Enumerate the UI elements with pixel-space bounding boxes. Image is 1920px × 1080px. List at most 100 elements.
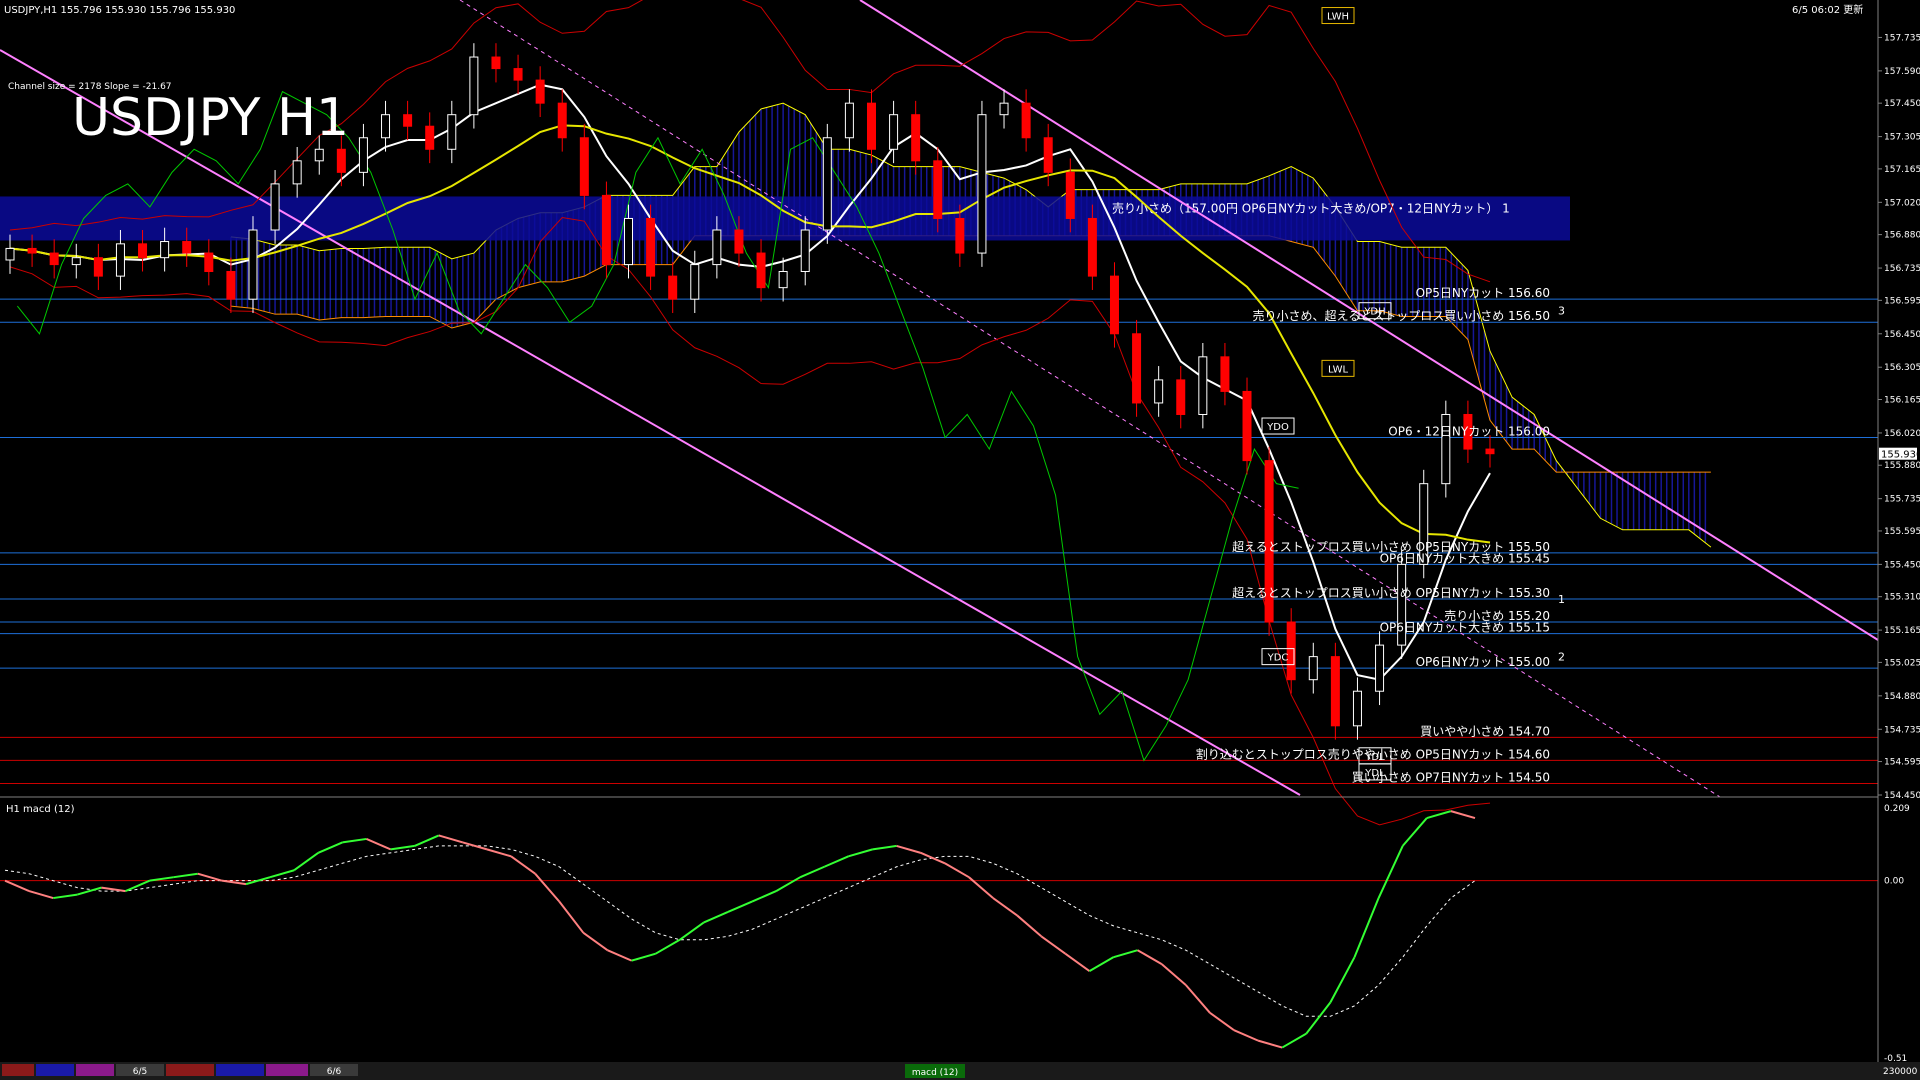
candle-body	[1132, 333, 1142, 404]
marker-label: YDO	[1266, 422, 1289, 433]
level-label: 買いやや小さめ 154.70	[1420, 724, 1550, 738]
tab-date-6-5-label: 6/5	[133, 1067, 147, 1077]
candle-body	[469, 56, 479, 116]
candle-body	[49, 252, 59, 266]
candle-body	[1198, 356, 1208, 415]
level-label: OP6・12日NYカット 156.00	[1388, 425, 1550, 439]
candle-body	[1043, 137, 1053, 173]
candle-body	[93, 257, 103, 277]
candle-body	[646, 217, 656, 277]
candle-body	[115, 243, 125, 277]
price-tick-label: 156.020	[1884, 429, 1920, 439]
candle-body	[955, 217, 965, 254]
level-label: 超えるとストップロス買い小さめ OP5日NYカット 155.30	[1232, 585, 1550, 600]
candle-body	[292, 160, 302, 185]
candle-body	[447, 114, 457, 150]
candle-body	[1109, 275, 1119, 335]
sell-zone-band: 売り小さめ（157.00円 OP6日NYカット大きめ/OP7・12日NYカット）…	[0, 196, 1570, 241]
candle-body	[778, 271, 788, 289]
candle-body	[358, 137, 368, 173]
price-tick-label: 156.595	[1884, 296, 1920, 306]
price-tick-label: 157.305	[1884, 133, 1920, 143]
candle-body	[889, 114, 899, 150]
candle-body	[690, 264, 700, 300]
tab-swatch[interactable]	[266, 1064, 308, 1076]
zone-label: 売り小さめ（157.00円 OP6日NYカット大きめ/OP7・12日NYカット）…	[1112, 200, 1510, 215]
candle-body	[800, 229, 810, 273]
level-label: OP5日NYカット 156.60	[1416, 286, 1550, 300]
candle-body	[977, 114, 987, 254]
tab-swatch[interactable]	[166, 1064, 214, 1076]
current-price-tag: 155.930	[1879, 447, 1920, 461]
candle-body	[270, 183, 280, 231]
candle-body	[1176, 379, 1186, 415]
price-tick-label: 157.735	[1884, 33, 1920, 43]
price-tick-label: 157.450	[1884, 99, 1920, 109]
channel-number-label: 1	[1558, 593, 1565, 606]
price-tick-label: 156.305	[1884, 363, 1920, 373]
macd-axis-label: 0.00	[1884, 877, 1904, 887]
macd-title: H1 macd (12)	[6, 804, 75, 815]
channel-number-label: 2	[1558, 651, 1565, 664]
candle-body	[579, 137, 589, 196]
level-label: 買い小さめ OP7日NYカット 154.50	[1352, 770, 1550, 784]
tab-swatch[interactable]	[36, 1064, 74, 1076]
candle-body	[756, 252, 766, 289]
chart-background	[0, 0, 1920, 1080]
chart-title: USDJPY H1	[72, 88, 349, 148]
candle-body	[71, 257, 81, 266]
candle-body	[182, 241, 192, 254]
macd-axis-label: 0.209	[1884, 804, 1910, 814]
price-tick-label: 157.165	[1884, 165, 1920, 175]
level-label: OP6日NYカット 155.00	[1416, 655, 1550, 669]
macd-tab-label: macd (12)	[912, 1068, 958, 1078]
marker-label: LWH	[1327, 12, 1349, 23]
candle-body	[226, 271, 236, 300]
price-tick-label: 154.595	[1884, 758, 1920, 768]
candle-body	[734, 229, 744, 254]
price-tick-label: 155.025	[1884, 658, 1920, 668]
tab-swatch[interactable]	[2, 1064, 34, 1076]
candle-body	[248, 229, 258, 300]
candle-body	[1154, 379, 1164, 404]
tab-swatch[interactable]	[216, 1064, 264, 1076]
candle-body	[866, 102, 876, 150]
tab-swatch[interactable]	[76, 1064, 114, 1076]
level-label: 割り込むとストップロス売りやや小さめ OP5日NYカット 154.60	[1196, 746, 1550, 761]
candle-body	[535, 79, 545, 104]
candle-body	[911, 114, 921, 162]
channel-number-label: 3	[1558, 305, 1565, 318]
symbol-info: USDJPY,H1 155.796 155.930 155.796 155.93…	[4, 5, 235, 16]
candle-body	[668, 275, 678, 300]
candle-body	[1220, 356, 1230, 392]
price-tick-label: 154.880	[1884, 692, 1920, 702]
price-tick-label: 155.450	[1884, 560, 1920, 570]
candle-body	[933, 160, 943, 219]
marker-label: YDC	[1267, 653, 1289, 664]
level-label: OP6日NYカット大きめ 155.15	[1380, 621, 1550, 635]
candle-body	[844, 102, 854, 139]
candle-body	[1065, 171, 1075, 219]
bottom-tab-strip[interactable]: 6/5 6/6 macd (12) 230000	[0, 1062, 1920, 1080]
price-tick-label: 157.590	[1884, 67, 1920, 77]
candle-body	[557, 102, 567, 139]
candle-body	[5, 247, 15, 261]
candle-body	[601, 194, 611, 266]
marker-label: LWL	[1328, 364, 1349, 375]
candle-body	[1242, 390, 1252, 462]
candle-body	[1352, 690, 1362, 727]
candle-body	[513, 68, 523, 81]
current-price-label: 155.930	[1881, 450, 1920, 461]
price-tick-label: 155.735	[1884, 495, 1920, 505]
price-tick-label: 156.165	[1884, 396, 1920, 406]
candle-body	[1021, 102, 1031, 139]
candle-body	[624, 217, 634, 266]
level-label: 売り小さめ、超えるとストップロス買い小さめ 156.50	[1253, 308, 1550, 323]
candle-body	[138, 243, 148, 259]
candle-body	[1375, 644, 1385, 692]
tab-date-6-6-label: 6/6	[327, 1067, 342, 1077]
usdjpy-h1-chart: 売り小さめ（157.00円 OP6日NYカット大きめ/OP7・12日NYカット）…	[0, 0, 1920, 1080]
candle-body	[204, 252, 214, 273]
price-tick-label: 155.310	[1884, 593, 1920, 603]
price-tick-label: 154.450	[1884, 791, 1920, 801]
